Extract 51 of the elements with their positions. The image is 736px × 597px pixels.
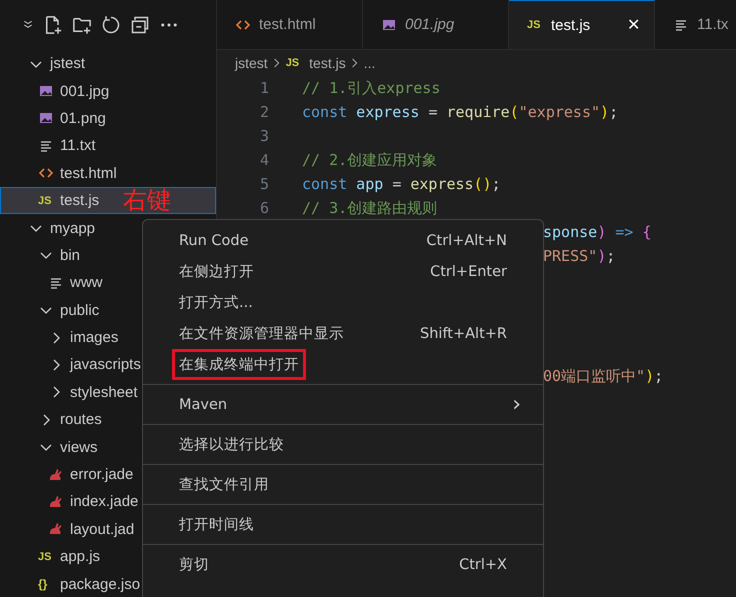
editor-tab[interactable]: JS test.js ✕ bbox=[509, 0, 655, 49]
code-line: sponse) => { bbox=[543, 223, 652, 241]
line-number: 2 bbox=[258, 103, 269, 121]
line-number: 4 bbox=[258, 151, 269, 169]
menu-item[interactable]: Maven › bbox=[143, 389, 543, 420]
refresh-icon[interactable] bbox=[101, 15, 121, 35]
close-icon[interactable]: ✕ bbox=[627, 15, 640, 35]
breadcrumb-item[interactable]: ... bbox=[364, 55, 376, 71]
js-file-icon: JS bbox=[286, 57, 300, 69]
menu-item[interactable]: 在侧边打开 Ctrl+Enter bbox=[143, 256, 543, 287]
chevron-right-icon bbox=[272, 56, 281, 70]
menu-item[interactable]: 选择以进行比较 bbox=[143, 429, 543, 460]
breadcrumb-item[interactable]: jstest bbox=[235, 55, 268, 71]
code-line: // 1.引入express bbox=[302, 78, 440, 98]
menu-item[interactable]: 剪切 Ctrl+X bbox=[143, 549, 543, 580]
code-line: PRESS"); bbox=[543, 247, 616, 265]
code-line: const app = express(); bbox=[302, 175, 501, 193]
collapse-icon[interactable] bbox=[130, 15, 150, 35]
js-file-icon: JS bbox=[38, 194, 54, 207]
file-tree-item[interactable]: 01.png bbox=[0, 104, 216, 132]
file-tree-item[interactable]: jstest bbox=[0, 50, 216, 78]
js-file-icon: JS bbox=[527, 19, 543, 31]
js-file-icon: JS bbox=[38, 550, 54, 563]
new-file-icon[interactable] bbox=[43, 15, 63, 35]
new-folder-icon[interactable] bbox=[72, 15, 92, 35]
line-number: 6 bbox=[258, 199, 269, 217]
rabbit-icon bbox=[48, 466, 64, 483]
menu-item[interactable]: 在集成终端中打开 bbox=[143, 349, 543, 380]
line-number: 3 bbox=[258, 127, 269, 145]
editor-tab[interactable]: test.html bbox=[217, 0, 363, 49]
menu-item[interactable]: Run Code Ctrl+Alt+N bbox=[143, 225, 543, 256]
file-tree-item[interactable]: test.html bbox=[0, 160, 216, 187]
rabbit-icon bbox=[48, 494, 64, 510]
json-file-icon: {} bbox=[38, 577, 54, 592]
code-line: // 3.创建路由规则 bbox=[302, 198, 438, 218]
code-line: // 2.创建应用对象 bbox=[302, 150, 438, 170]
menu-item[interactable]: 在文件资源管理器中显示 Shift+Alt+R bbox=[143, 318, 543, 349]
menu-item[interactable]: 查找文件引用 bbox=[143, 469, 543, 500]
chevron-right-icon bbox=[350, 56, 359, 70]
file-tree-item[interactable]: 11.txt bbox=[0, 132, 216, 160]
breadcrumb-item[interactable]: test.js bbox=[309, 55, 346, 71]
line-number: 5 bbox=[258, 175, 269, 193]
code-line: const express = require("express"); bbox=[302, 103, 618, 121]
file-tree-item[interactable]: JS test.js 右键 bbox=[0, 186, 216, 214]
menu-item[interactable]: 打开方式... bbox=[143, 287, 543, 318]
menu-item[interactable]: 打开时间线 bbox=[143, 509, 543, 540]
annotation-text: 右键 bbox=[123, 188, 172, 213]
line-number: 1 bbox=[258, 79, 269, 97]
editor-tab[interactable]: 11.tx bbox=[655, 0, 736, 49]
code-line: 00端口监听中"); bbox=[543, 366, 664, 386]
file-tree-item[interactable]: 001.jpg bbox=[0, 77, 216, 105]
